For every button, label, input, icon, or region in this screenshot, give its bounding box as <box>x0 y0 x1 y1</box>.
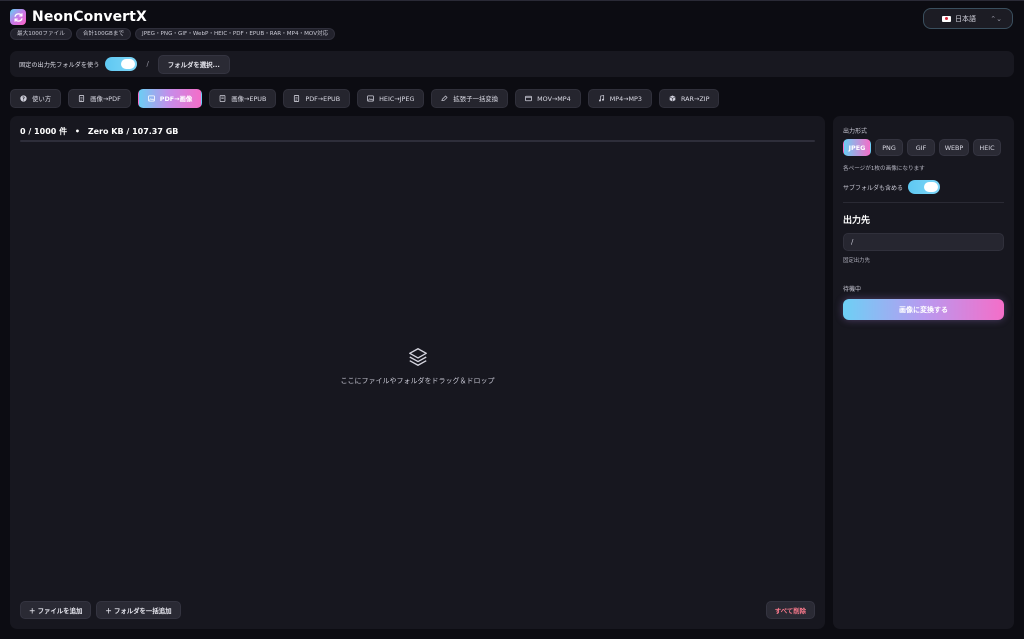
file-count-summary: 0 / 1000 件 • Zero KB / 107.37 GB <box>20 126 178 137</box>
tab-label: 使い方 <box>32 95 52 103</box>
subfolder-row: サブフォルダも含める <box>843 180 1004 194</box>
tab-heic-to-jpeg[interactable]: HEIC→JPEG <box>357 89 425 108</box>
output-folder-bar: 固定の出力先フォルダを使う / フォルダを選択... <box>10 51 1014 77</box>
app-header: NeonConvertX <box>10 7 147 27</box>
file-count: 0 / 1000 件 <box>20 127 68 136</box>
add-folder-button[interactable]: ＋ フォルダを一括追加 <box>96 601 181 619</box>
subfolder-toggle[interactable] <box>908 180 941 194</box>
tab-label: 画像→EPUB <box>231 95 267 103</box>
tab-label: MOV→MP4 <box>537 94 571 103</box>
capability-badges: 最大1000ファイル 合計100GBまで JPEG・PNG・GIF・WebP・H… <box>10 28 336 40</box>
folder-path-display: / <box>146 60 149 68</box>
format-option-webp[interactable]: WEBP <box>939 139 969 156</box>
app-logo-icon <box>10 9 26 25</box>
badge-total-size: 合計100GBまで <box>75 28 132 40</box>
tab-label: MP4→MP3 <box>609 94 642 103</box>
tab-label: RAR→ZIP <box>680 94 710 103</box>
tab-image-to-pdf[interactable]: 画像→PDF <box>68 89 131 108</box>
music-icon <box>598 95 604 102</box>
tab-pdf-to-image[interactable]: PDF→画像 <box>137 89 203 108</box>
tab-image-to-epub[interactable]: 画像→EPUB <box>209 89 277 108</box>
image-icon <box>147 95 155 102</box>
page-note: 各ページが1枚の画像になります <box>843 166 925 172</box>
app-title: NeonConvertX <box>32 9 147 25</box>
clear-actions: すべて削除 <box>765 601 815 619</box>
fixed-folder-label: 固定の出力先フォルダを使う <box>19 61 100 69</box>
rename-icon <box>441 95 448 102</box>
toggle-knob <box>924 182 939 192</box>
select-folder-button[interactable]: フォルダを選択... <box>157 54 230 74</box>
clear-all-button[interactable]: すべて削除 <box>765 601 815 619</box>
tab-how-to[interactable]: ? 使い方 <box>10 89 62 108</box>
book-icon <box>219 95 226 102</box>
app-root: NeonConvertX 最大1000ファイル 合計100GBまで JPEG・P… <box>0 0 1024 639</box>
divider <box>843 202 1004 203</box>
output-format-label: 出力形式 <box>843 128 868 135</box>
format-selector: JPEG PNG GIF WEBP HEIC <box>843 139 1004 156</box>
chevron-updown-icon: ⌃⌄ <box>990 14 1002 23</box>
format-option-heic[interactable]: HEIC <box>973 139 1001 156</box>
convert-button[interactable]: 画像に変換する <box>843 299 1004 320</box>
tab-label: PDF→EPUB <box>305 94 341 103</box>
tab-label: PDF→画像 <box>159 95 193 103</box>
document-icon <box>294 95 300 102</box>
drop-zone-text: ここにファイルやフォルダをドラッグ＆ドロップ <box>340 377 495 385</box>
tab-pdf-to-epub[interactable]: PDF→EPUB <box>283 89 351 108</box>
conversion-tabs: ? 使い方 画像→PDF PDF→画像 画像→EPUB PDF→EPUB HEI… <box>10 89 720 108</box>
output-destination-heading: 出力先 <box>843 216 871 226</box>
video-icon <box>525 95 533 102</box>
tab-label: HEIC→JPEG <box>379 94 415 103</box>
tab-extension-batch[interactable]: 拡張子一括変換 <box>431 89 509 108</box>
tab-rar-to-zip[interactable]: RAR→ZIP <box>658 89 720 108</box>
language-select[interactable]: 日本語 ⌃⌄ <box>923 8 1013 29</box>
document-icon <box>79 95 85 102</box>
svg-text:?: ? <box>22 96 25 102</box>
format-option-jpeg[interactable]: JPEG <box>843 139 871 156</box>
output-path-input[interactable] <box>843 233 1004 251</box>
tab-mp4-to-mp3[interactable]: MP4→MP3 <box>587 89 652 108</box>
tab-label: 画像→PDF <box>90 95 121 103</box>
drop-zone[interactable]: ここにファイルやフォルダをドラッグ＆ドロップ <box>10 346 825 386</box>
capacity-progress-bar <box>20 140 815 142</box>
subfolder-label: サブフォルダも含める <box>843 184 904 192</box>
output-path-caption: 固定出力先 <box>843 258 870 264</box>
add-files-button[interactable]: ＋ ファイルを追加 <box>20 601 92 619</box>
status-text: 待機中 <box>843 286 862 293</box>
refresh-icon <box>13 12 23 22</box>
file-size-total: Zero KB / 107.37 GB <box>87 127 179 136</box>
fixed-folder-toggle[interactable] <box>105 57 138 71</box>
layers-icon <box>408 348 427 366</box>
tab-mov-to-mp4[interactable]: MOV→MP4 <box>515 89 581 108</box>
file-drop-panel[interactable]: 0 / 1000 件 • Zero KB / 107.37 GB ここにファイル… <box>10 116 825 629</box>
tab-label: 拡張子一括変換 <box>453 95 499 103</box>
format-option-gif[interactable]: GIF <box>907 139 935 156</box>
format-option-png[interactable]: PNG <box>875 139 903 156</box>
count-separator: • <box>74 127 81 136</box>
language-label: 日本語 <box>955 14 976 23</box>
badge-max-files: 最大1000ファイル <box>10 28 72 40</box>
image-icon <box>367 95 374 102</box>
badge-supported-formats: JPEG・PNG・GIF・WebP・HEIC・PDF・EPUB・RAR・MP4・… <box>135 28 336 40</box>
help-icon: ? <box>20 95 27 102</box>
archive-icon <box>669 95 676 102</box>
toggle-knob <box>121 59 136 69</box>
japan-flag-icon <box>942 15 951 22</box>
add-actions: ＋ ファイルを追加 ＋ フォルダを一括追加 <box>20 601 181 619</box>
settings-panel: 出力形式 JPEG PNG GIF WEBP HEIC 各ページが1枚の画像にな… <box>833 116 1014 629</box>
